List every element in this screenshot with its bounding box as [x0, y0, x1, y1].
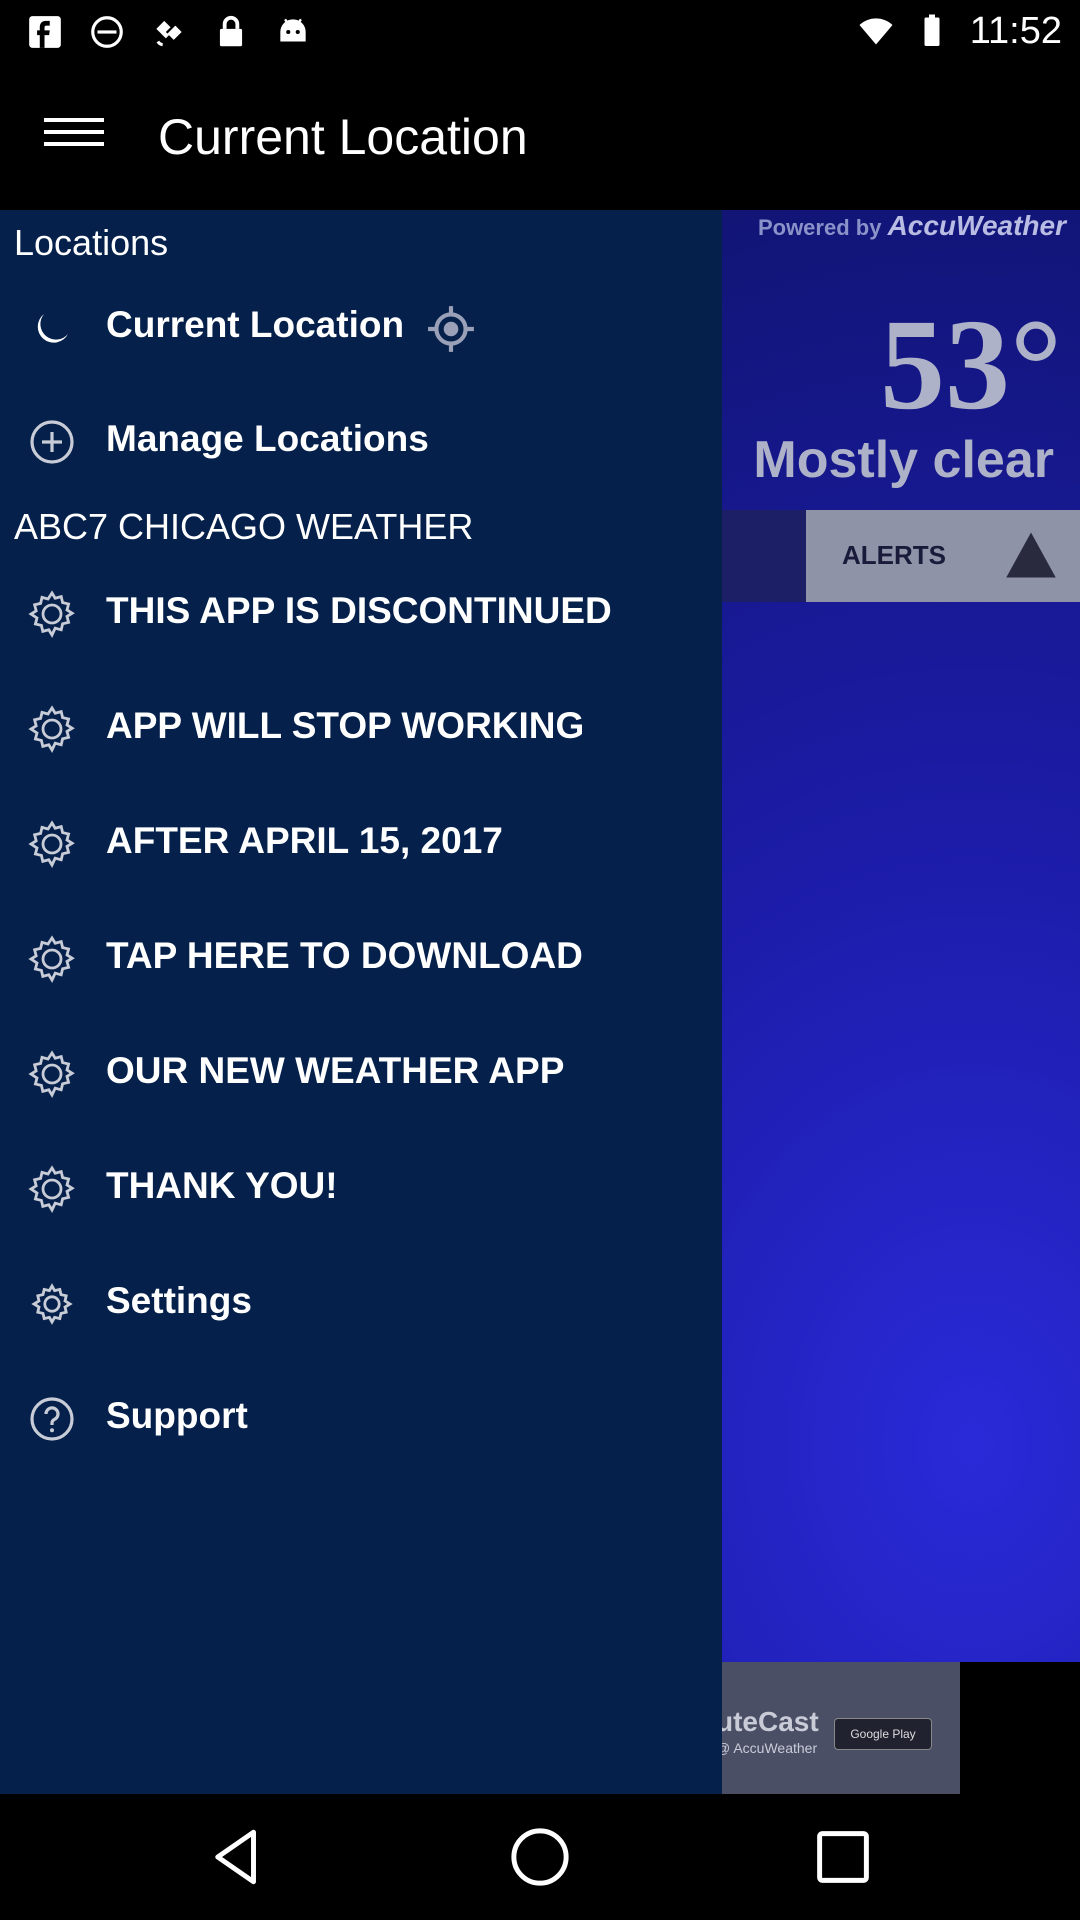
moon-icon: [37, 314, 68, 343]
help-circle-icon: [30, 1397, 74, 1441]
gps-target-icon[interactable]: [426, 304, 476, 354]
station-header: ABC7 CHICAGO WEATHER: [14, 506, 474, 547]
gear-icon: [28, 1165, 75, 1213]
accuweather-logo: AccuWeather: [887, 210, 1066, 241]
home-icon[interactable]: [507, 1824, 573, 1890]
drawer-item-label: THANK YOU!: [106, 1165, 338, 1206]
drawer-item-label: TAP HERE TO DOWNLOAD: [106, 935, 583, 976]
lock-icon: [219, 15, 243, 47]
drawer-item-label: Support: [106, 1395, 248, 1436]
status-bar: 11:52: [0, 0, 1080, 62]
app-bar: Current Location: [0, 62, 1080, 210]
drawer-item-label: OUR NEW WEATHER APP: [106, 1050, 565, 1091]
android-icon: [280, 18, 306, 42]
warning-icon: [1006, 532, 1056, 578]
gear-icon: [28, 1050, 75, 1098]
ad-subtext: @ AccuWeather: [716, 1740, 818, 1756]
drawer-item-label: Manage Locations: [106, 418, 429, 459]
powered-prefix: Powered by: [757, 215, 882, 240]
drawer-item-label: THIS APP IS DISCONTINUED: [106, 590, 612, 631]
clock: 11:52: [969, 9, 1062, 52]
gear-icon: [28, 590, 75, 638]
drawer-item-label: Current Location: [106, 304, 405, 345]
drawer-item-discontinued[interactable]: THIS APP IS DISCONTINUED: [0, 562, 722, 662]
temperature: 53°: [880, 293, 1062, 437]
recents-icon[interactable]: [810, 1824, 876, 1890]
system-status: 11:52: [858, 8, 1062, 54]
powered-by: Powered by AccuWeather: [758, 210, 1066, 242]
navigation-drawer: Locations Current Location Manage Locati…: [0, 210, 722, 1794]
locations-header: Locations: [14, 222, 169, 263]
drawer-item-settings[interactable]: Settings: [0, 1252, 722, 1352]
drawer-item-stop-working[interactable]: APP WILL STOP WORKING: [0, 677, 722, 777]
dnd-icon: [91, 16, 123, 48]
drawer-item-tap-download[interactable]: TAP HERE TO DOWNLOAD: [0, 907, 722, 1007]
drawer-item-current-location[interactable]: Current Location: [0, 276, 722, 376]
back-icon[interactable]: [204, 1824, 270, 1890]
drawer-item-new-app[interactable]: OUR NEW WEATHER APP: [0, 1022, 722, 1122]
drawer-item-thank-you[interactable]: THANK YOU!: [0, 1137, 722, 1237]
gear-icon: [31, 1283, 73, 1325]
battery-icon: [924, 14, 940, 46]
hamburger-icon[interactable]: [44, 118, 104, 154]
satellite-icon: [156, 20, 182, 47]
tab-alerts-label: ALERTS: [842, 540, 946, 570]
drawer-item-after-april[interactable]: AFTER APRIL 15, 2017: [0, 792, 722, 892]
gear-icon: [28, 935, 75, 983]
tab-alerts[interactable]: ALERTS: [806, 510, 1080, 602]
drawer-item-label: APP WILL STOP WORKING: [106, 705, 585, 746]
drawer-item-label: AFTER APRIL 15, 2017: [106, 820, 503, 861]
wifi-icon: [859, 18, 893, 45]
drawer-item-label: Settings: [106, 1280, 252, 1321]
drawer-item-manage-locations[interactable]: Manage Locations: [0, 390, 722, 490]
notification-icons: [26, 12, 312, 52]
drawer-item-support[interactable]: Support: [0, 1367, 722, 1467]
ad-text: uteCast: [716, 1706, 819, 1737]
facebook-icon: [29, 16, 61, 48]
system-nav-bar: [0, 1794, 1080, 1920]
plus-circle-icon: [30, 420, 74, 464]
page-title: Current Location: [158, 109, 528, 165]
google-play-button[interactable]: Google Play: [834, 1718, 932, 1750]
gear-icon: [28, 820, 75, 868]
gear-icon: [28, 705, 75, 753]
condition-text: Mostly clear: [753, 431, 1054, 489]
